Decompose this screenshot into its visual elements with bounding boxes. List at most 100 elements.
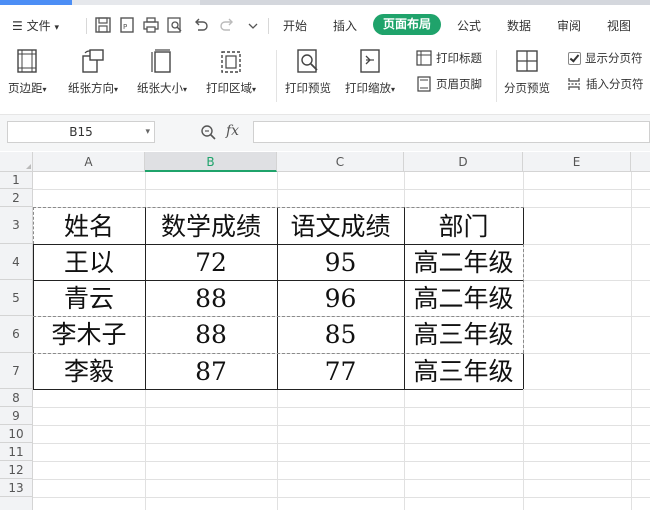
row-header-11[interactable]: 11 xyxy=(0,443,33,461)
table-cell[interactable]: 95 xyxy=(277,245,404,280)
fx-icon[interactable]: fx xyxy=(226,123,239,139)
quick-access-dropdown-icon[interactable] xyxy=(244,16,262,34)
table-cell[interactable]: 高三年级 xyxy=(404,354,523,389)
tab-page-layout[interactable]: 页面布局 xyxy=(373,14,441,35)
table-header-chinese[interactable]: 语文成绩 xyxy=(277,209,404,244)
name-box[interactable]: B15 ▾ xyxy=(7,121,155,143)
spreadsheet-grid: A B C D E 1 2 3 4 5 6 7 8 9 10 11 12 13 xyxy=(0,152,650,510)
save-icon[interactable] xyxy=(94,16,112,34)
table-cell[interactable]: 87 xyxy=(145,354,277,389)
print-preview-icon[interactable] xyxy=(166,16,184,34)
export-pdf-icon[interactable]: P xyxy=(118,16,136,34)
table-cell[interactable]: 青云 xyxy=(33,281,145,316)
tab-formulas[interactable]: 公式 xyxy=(457,17,481,34)
gridline xyxy=(33,407,650,408)
formula-bar: B15 ▾ fx xyxy=(0,114,650,151)
table-border xyxy=(523,207,524,244)
page-break-icon xyxy=(568,78,580,90)
row-header-6[interactable]: 6 xyxy=(0,316,33,353)
orientation-button[interactable]: 纸张方向▾ xyxy=(68,48,118,96)
select-all-corner[interactable] xyxy=(0,152,33,172)
column-header-e[interactable]: E xyxy=(523,152,631,172)
cell-reference: B15 xyxy=(69,125,93,139)
row-header-12[interactable]: 12 xyxy=(0,461,33,479)
orientation-icon xyxy=(80,48,106,74)
paper-size-icon xyxy=(149,48,175,74)
row-header-8[interactable]: 8 xyxy=(0,389,33,407)
orientation-label: 纸张方向 xyxy=(68,81,114,95)
table-cell[interactable]: 李木子 xyxy=(33,317,145,353)
margins-label: 页边距 xyxy=(8,81,43,95)
tab-insert[interactable]: 插入 xyxy=(333,17,357,34)
header-footer-button[interactable]: 页眉页脚 xyxy=(416,76,482,92)
table-cell[interactable]: 王以 xyxy=(33,245,145,280)
table-cell[interactable]: 85 xyxy=(277,317,404,353)
gridline xyxy=(33,461,650,462)
row-header-9[interactable]: 9 xyxy=(0,407,33,425)
page-break-preview-label: 分页预览 xyxy=(504,81,550,95)
table-cell[interactable]: 77 xyxy=(277,354,404,389)
row-header-14[interactable] xyxy=(0,497,33,510)
header-footer-label: 页眉页脚 xyxy=(436,77,482,91)
show-page-breaks-checkbox[interactable]: 显示分页符 xyxy=(568,50,643,66)
row-header-5[interactable]: 5 xyxy=(0,280,33,316)
inactive-window-tab[interactable] xyxy=(200,0,650,5)
column-header-a[interactable]: A xyxy=(33,152,145,172)
print-preview-icon xyxy=(295,48,321,74)
table-cell[interactable]: 高三年级 xyxy=(404,317,523,353)
tab-review[interactable]: 审阅 xyxy=(557,17,581,34)
column-header-d[interactable]: D xyxy=(404,152,523,172)
table-cell[interactable]: 96 xyxy=(277,281,404,316)
print-preview-button[interactable]: 打印预览 xyxy=(285,48,331,96)
table-cell[interactable]: 88 xyxy=(145,281,277,316)
print-area-button[interactable]: 打印区域▾ xyxy=(206,48,256,96)
margins-button[interactable]: 页边距▾ xyxy=(8,48,47,96)
print-area-icon xyxy=(218,48,244,74)
print-titles-button[interactable]: 打印标题 xyxy=(416,50,482,66)
row-header-13[interactable]: 13 xyxy=(0,479,33,497)
undo-icon[interactable] xyxy=(192,16,210,34)
row-header-1[interactable]: 1 xyxy=(0,172,33,189)
row-header-4[interactable]: 4 xyxy=(0,244,33,280)
gridline xyxy=(631,172,632,510)
chevron-down-icon: ▾ xyxy=(54,23,59,33)
table-cell[interactable]: 高二年级 xyxy=(404,281,523,316)
cell-area[interactable]: 姓名 数学成绩 语文成绩 部门 王以 72 95 高二年级 青云 88 96 高… xyxy=(33,172,650,510)
tab-home[interactable]: 开始 xyxy=(283,17,307,34)
table-cell[interactable]: 高二年级 xyxy=(404,245,523,280)
print-area-label: 打印区域 xyxy=(206,81,252,95)
print-icon[interactable] xyxy=(142,16,160,34)
paper-size-button[interactable]: 纸张大小▾ xyxy=(137,48,187,96)
column-header-b[interactable]: B xyxy=(145,152,277,172)
formula-input[interactable] xyxy=(253,121,650,143)
gridline xyxy=(33,443,650,444)
file-menu[interactable]: ☰ 文件 ▾ xyxy=(12,17,59,34)
print-titles-icon xyxy=(416,50,432,66)
active-window-tab[interactable] xyxy=(0,0,72,5)
tab-data[interactable]: 数据 xyxy=(507,17,531,34)
tab-view[interactable]: 视图 xyxy=(607,17,631,34)
column-header-c[interactable]: C xyxy=(277,152,404,172)
menu-bar: ☰ 文件 ▾ P 开始 插入 页面布局 公式 数据 审阅 视图 xyxy=(0,8,650,42)
row-header-3[interactable]: 3 xyxy=(0,207,33,244)
table-header-math[interactable]: 数学成绩 xyxy=(145,209,277,244)
print-titles-label: 打印标题 xyxy=(436,51,482,65)
print-scale-button[interactable]: 打印缩放▾ xyxy=(345,48,395,96)
gridline xyxy=(33,497,650,498)
row-header-7[interactable]: 7 xyxy=(0,353,33,389)
table-border xyxy=(523,353,524,389)
row-header-10[interactable]: 10 xyxy=(0,425,33,443)
table-cell[interactable]: 72 xyxy=(145,245,277,280)
page-break-preview-button[interactable]: 分页预览 xyxy=(504,48,550,96)
table-cell[interactable]: 88 xyxy=(145,317,277,353)
table-cell[interactable]: 李毅 xyxy=(33,354,145,389)
row-header-2[interactable]: 2 xyxy=(0,189,33,207)
insert-page-break-button[interactable]: 插入分页符 xyxy=(566,76,644,92)
table-header-department[interactable]: 部门 xyxy=(404,209,523,244)
column-header-f[interactable] xyxy=(631,152,650,172)
ribbon: 页边距▾ 纸张方向▾ 纸张大小▾ 打印区域▾ 打印预览 打印缩放▾ 打印标题 页… xyxy=(0,44,650,147)
zoom-icon[interactable] xyxy=(200,124,216,140)
redo-icon[interactable] xyxy=(218,16,236,34)
table-header-name[interactable]: 姓名 xyxy=(33,209,145,244)
menu-separator xyxy=(268,18,269,34)
